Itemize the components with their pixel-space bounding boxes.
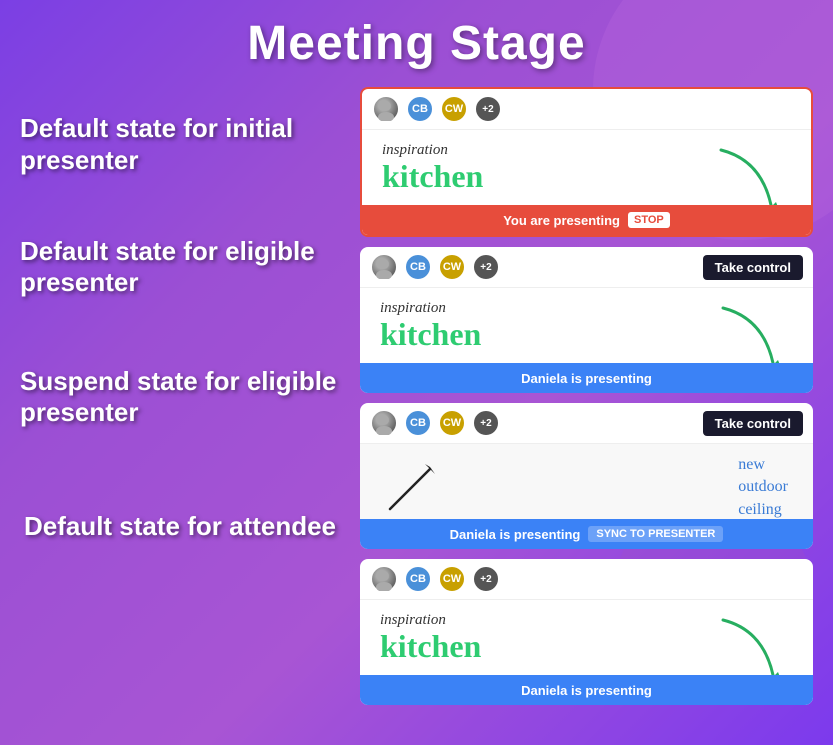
avatar-3-plus: +2	[472, 409, 500, 437]
panel-2-inspiration: inspiration	[380, 300, 446, 317]
avatar-2-user	[370, 253, 398, 281]
panel-4-status: Daniela is presenting	[360, 675, 813, 705]
panel-3-arrow-line	[380, 459, 440, 519]
panel-2-header: CB CW +2 Take control	[360, 247, 813, 288]
panel-4-body: inspiration kitchen Daniela is presentin…	[360, 600, 813, 705]
panel-3-status-text: Daniela is presenting	[450, 527, 581, 542]
panel-1-header: CB CW +2	[362, 89, 811, 130]
label-suspend-eligible: Suspend state for eligible presenter	[20, 332, 340, 462]
avatar-4-user	[370, 565, 398, 593]
panel-2-body: inspiration kitchen Daniela is presentin…	[360, 288, 813, 393]
panel-3-sync-button[interactable]: SYNC TO PRESENTER	[588, 526, 723, 542]
avatar-1-cw: CW	[440, 95, 468, 123]
avatar-4-cw: CW	[438, 565, 466, 593]
panel-4-status-text: Daniela is presenting	[521, 683, 652, 698]
panel-2-take-control-button[interactable]: Take control	[703, 255, 803, 280]
avatar-1-user	[372, 95, 400, 123]
panel-4-header: CB CW +2	[360, 559, 813, 600]
avatar-2-cw: CW	[438, 253, 466, 281]
panel-1-status-text: You are presenting	[503, 213, 620, 228]
panel-3-handwriting: new outdoor ceiling	[738, 454, 788, 521]
panel-2-status-text: Daniela is presenting	[521, 371, 652, 386]
page-content: Meeting Stage Default state for initial …	[0, 0, 833, 721]
avatar-1-plus: +2	[474, 95, 502, 123]
avatar-3-user	[370, 409, 398, 437]
panel-3-body: new outdoor ceiling Daniela is presentin…	[360, 444, 813, 549]
panels-column: CB CW +2 inspiration kitchen You are pre…	[360, 87, 813, 705]
panel-3-status: Daniela is presenting SYNC TO PRESENTER	[360, 519, 813, 549]
label-attendee: Default state for attendee	[20, 462, 340, 592]
avatar-4-plus: +2	[472, 565, 500, 593]
panel-3-header: CB CW +2 Take control	[360, 403, 813, 444]
panel-1-kitchen: kitchen	[382, 158, 483, 195]
page-title: Meeting Stage	[247, 16, 585, 71]
avatar-3-cb: CB	[404, 409, 432, 437]
panel-1-status: You are presenting STOP	[362, 205, 811, 235]
panel-3-take-control-button[interactable]: Take control	[703, 411, 803, 436]
panel-initial-presenter: CB CW +2 inspiration kitchen You are pre…	[360, 87, 813, 237]
avatar-3-cw: CW	[438, 409, 466, 437]
avatar-2-plus: +2	[472, 253, 500, 281]
avatar-4-cb: CB	[404, 565, 432, 593]
label-eligible-presenter: Default state for eligible presenter	[20, 202, 340, 332]
main-layout: Default state for initial presenter Defa…	[20, 87, 813, 705]
panel-2-kitchen: kitchen	[380, 316, 481, 353]
panel-1-stop-button[interactable]: STOP	[628, 212, 670, 228]
panel-1-inspiration: inspiration	[382, 142, 448, 159]
panel-4-kitchen: kitchen	[380, 628, 481, 665]
panel-1-body: inspiration kitchen You are presenting S…	[362, 130, 811, 235]
panel-suspend-eligible: CB CW +2 Take control new outdoor c	[360, 403, 813, 549]
panel-attendee: CB CW +2 inspiration kitchen Daniela is …	[360, 559, 813, 705]
label-initial-presenter: Default state for initial presenter	[20, 87, 340, 202]
avatar-2-cb: CB	[404, 253, 432, 281]
panel-4-inspiration: inspiration	[380, 612, 446, 629]
panel-eligible-presenter: CB CW +2 Take control inspiration kitche…	[360, 247, 813, 393]
panel-2-status: Daniela is presenting	[360, 363, 813, 393]
avatar-1-cb: CB	[406, 95, 434, 123]
labels-column: Default state for initial presenter Defa…	[20, 87, 340, 705]
